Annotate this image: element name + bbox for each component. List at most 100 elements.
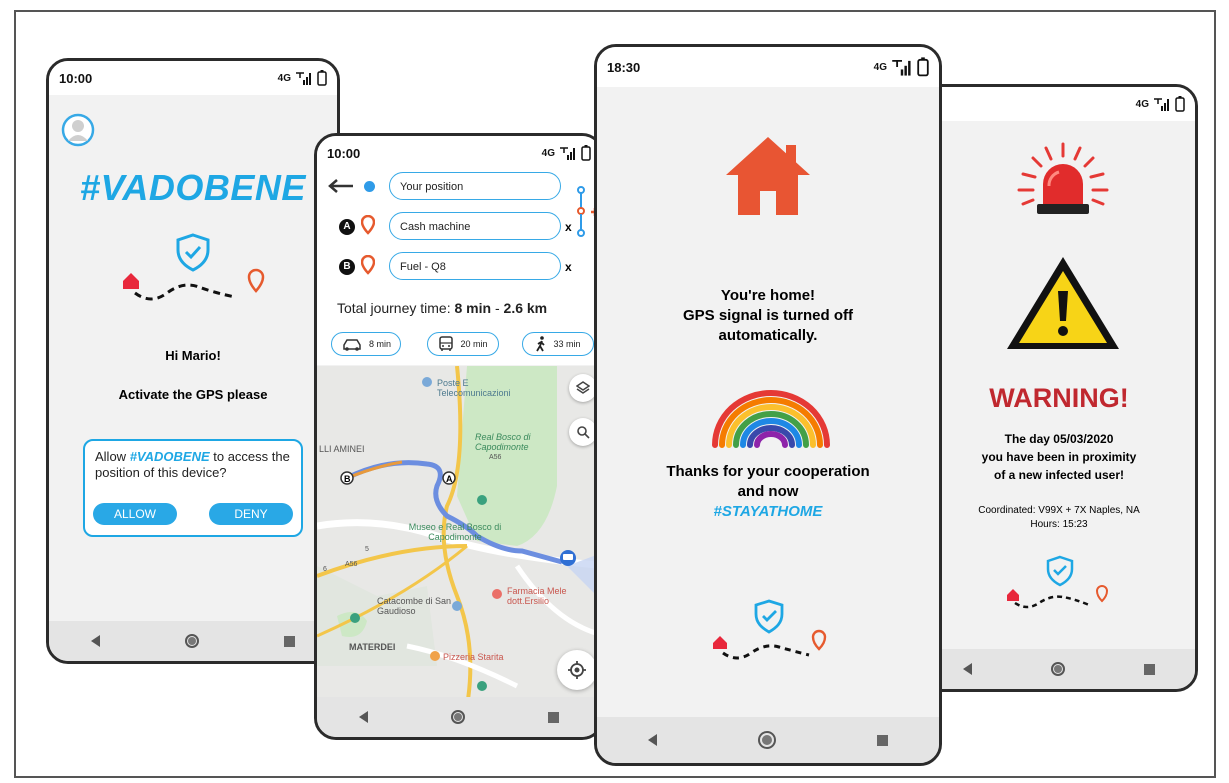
route-logo (123, 233, 265, 301)
nav-recents-button[interactable] (283, 635, 295, 647)
route-panel: Your position A Cash machine x B Fuel - … (317, 170, 601, 365)
back-arrow-icon[interactable] (327, 178, 355, 194)
map-label-museo: Museo e Real Bosco di Capodimonte (408, 522, 502, 542)
search-icon (577, 426, 590, 439)
map-road-label-3: 5 (365, 546, 369, 553)
origin-input[interactable]: Your position (389, 172, 561, 200)
home-line-3: automatically. (718, 327, 818, 344)
map-label-farmacia: Farmacia Mele dott.Ersilio (507, 586, 567, 606)
svg-text:B: B (344, 474, 351, 484)
mode-car-button[interactable]: 8 min (331, 332, 401, 356)
gps-prompt: Activate the GPS please (118, 387, 268, 402)
svg-text:A: A (446, 474, 453, 484)
map-label-catacombe: Catacombe di San Gaudioso (377, 596, 452, 616)
origin-dot-icon (364, 181, 375, 192)
map-label-bosco: Real Bosco di Capodimonte (475, 432, 531, 452)
journey-time: 8 min (454, 300, 492, 316)
pin-icon (361, 255, 375, 275)
status-time: 10:00 (327, 145, 361, 161)
nav-home-button[interactable] (757, 731, 776, 749)
signal-icon (1154, 98, 1169, 111)
nav-home-button[interactable] (450, 710, 465, 724)
greeting: Hi Mario! (165, 348, 221, 363)
phone-warning: 1 4G WARNING! The day 05/03/2020 you hav… (920, 84, 1198, 692)
signal-icon (892, 59, 911, 76)
home-line-2: GPS signal is turned off (682, 307, 854, 324)
stop-b-badge: B (339, 259, 355, 275)
android-nav-bar (49, 621, 337, 661)
route-logo (1007, 555, 1109, 609)
status-time: 10:00 (59, 70, 93, 86)
battery-icon (917, 57, 929, 77)
thanks-line-2: and now (737, 483, 799, 500)
status-bar: 10:00 4G (317, 136, 601, 170)
phone-route-planner: 10:00 4G Your position A Cash machine x … (314, 133, 604, 740)
battery-icon (317, 70, 327, 86)
phone-home-confirmation: 18:30 4G You're home! GPS signal is turn… (594, 44, 942, 766)
phone-gps-request: 10:00 4G #VADOBENE Hi Mario! Activate th… (46, 58, 340, 664)
pin-icon (361, 215, 375, 235)
crosshair-icon (568, 661, 586, 679)
warning-line-3: of a new infected user! (993, 468, 1125, 482)
house-icon (726, 137, 810, 215)
map-label-aminei: LLI AMINEI (319, 444, 365, 454)
nav-home-button[interactable] (1050, 662, 1065, 676)
nav-back-button[interactable] (358, 711, 368, 723)
thanks-line-1: Thanks for your cooperation (666, 463, 870, 480)
stay-at-home-hashtag: #STAYATHOME (713, 503, 823, 520)
journey-distance: 2.6 km (503, 300, 548, 316)
siren-icon (1017, 142, 1109, 214)
layers-button[interactable] (569, 374, 597, 402)
nav-home-button[interactable] (184, 634, 199, 648)
avatar[interactable] (61, 113, 95, 147)
deny-button[interactable]: DENY (209, 503, 293, 525)
journey-summary: Total journey time: 8 min - 2.6 km (337, 300, 548, 316)
remove-stop-b-button[interactable]: x (565, 260, 572, 274)
allow-button[interactable]: ALLOW (93, 503, 177, 525)
nav-recents-button[interactable] (1144, 663, 1156, 675)
android-nav-bar (923, 649, 1195, 689)
permission-app-name: #VADOBENE (129, 449, 210, 464)
nav-recents-button[interactable] (548, 711, 560, 723)
nav-back-button[interactable] (647, 734, 657, 746)
signal-icon (560, 147, 575, 160)
route-logo (713, 599, 827, 660)
rainbow-icon (712, 390, 830, 448)
signal-icon (296, 72, 311, 85)
map-search-button[interactable] (569, 418, 597, 446)
shield-icon (176, 233, 210, 272)
home-line-1: You're home! (720, 287, 816, 304)
battery-icon (581, 145, 591, 161)
network-label: 4G (873, 61, 887, 73)
network-label: 4G (541, 147, 555, 159)
nav-recents-button[interactable] (877, 734, 889, 746)
android-nav-bar (317, 697, 601, 737)
stop-b-input[interactable]: Fuel - Q8 (389, 252, 561, 280)
warning-line-2: you have been in proximity (981, 450, 1137, 464)
walk-icon (536, 336, 546, 352)
status-bar: 18:30 4G (597, 47, 939, 87)
battery-icon (1175, 96, 1185, 112)
layers-icon (576, 381, 590, 394)
network-label: 4G (277, 72, 291, 84)
android-nav-bar (597, 717, 939, 763)
status-bar: 10:00 4G (49, 61, 337, 95)
stop-a-badge: A (339, 219, 355, 235)
hours-text: Hours: 15:23 (1030, 519, 1088, 530)
stop-a-input[interactable]: Cash machine (389, 212, 561, 240)
nav-back-button[interactable] (962, 663, 972, 675)
locate-button[interactable] (557, 650, 597, 690)
status-time: 18:30 (607, 59, 641, 75)
map-label-pizzeria: Pizzeria Starita (443, 652, 504, 662)
nav-back-button[interactable] (91, 635, 101, 647)
map-road-label-4: 6 (323, 566, 327, 573)
map-view[interactable]: B A Poste E Telecomunicazioni LLI AMINEI… (317, 366, 601, 697)
map-label-materdei: MATERDEI (349, 642, 396, 652)
status-bar: 1 4G (923, 87, 1195, 121)
remove-stop-a-button[interactable]: x (565, 220, 572, 234)
app-title: #VADOBENE (80, 167, 306, 208)
mode-walk-button[interactable]: 33 min (522, 332, 594, 356)
map-label-poste: Poste E Telecomunicazioni (437, 378, 511, 398)
mode-bus-button[interactable]: 20 min (427, 332, 499, 356)
coordinates-text: Coordinated: V99X + 7X Naples, NA (978, 505, 1140, 516)
